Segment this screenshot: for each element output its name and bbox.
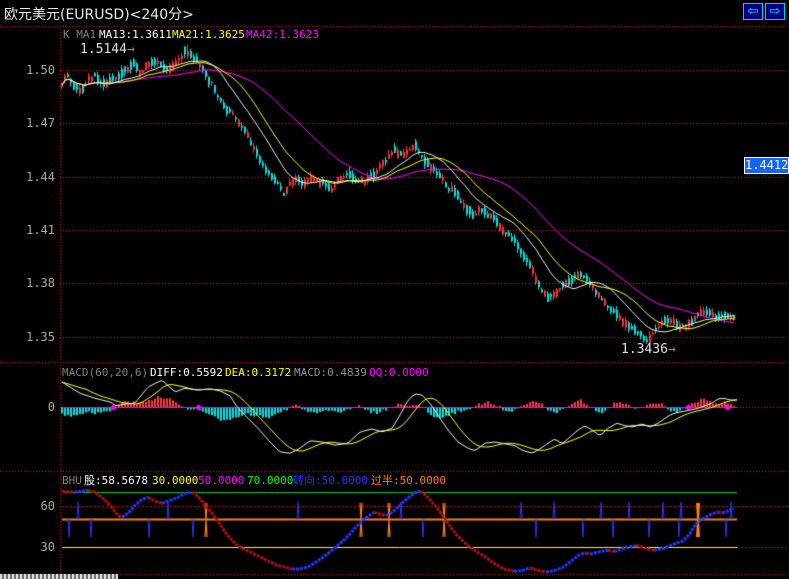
right-arrow-glyph: →	[127, 42, 135, 57]
bhu-70-label: 70.0000	[247, 474, 293, 487]
price-axis-label: 1.41	[17, 223, 55, 237]
kline-indicator-label: K MA1	[63, 28, 96, 41]
qq-label: QQ:0.0000	[369, 366, 429, 379]
chart-window: 欧元美元(EURUSD)<240分> ⇦ ⇨ K MA1 MA13:1.3611…	[0, 0, 789, 579]
bhu-axis-label: 60	[17, 499, 55, 513]
price-axis-label: 1.35	[17, 330, 55, 344]
macd-value-label: MACD:0.4839	[294, 366, 367, 379]
title-bar: 欧元美元(EURUSD)<240分> ⇦ ⇨	[0, 0, 789, 25]
h-scrollbar-thumb[interactable]	[0, 574, 118, 579]
right-arrow-icon: ⇨	[770, 4, 781, 19]
price-axis-label: 1.38	[17, 276, 55, 290]
price-axis-label: 1.50	[17, 63, 55, 77]
high-annotation-value: 1.5144	[80, 42, 127, 57]
low-annotation: 1.3436→	[621, 342, 676, 357]
chart-canvas[interactable]	[0, 0, 789, 579]
scroll-left-button[interactable]: ⇦	[743, 3, 763, 20]
ma13-label: MA13:1.3611	[99, 28, 172, 41]
scroll-right-button[interactable]: ⇨	[765, 3, 785, 20]
macd-params-label: MACD(60,20,6)	[62, 366, 148, 379]
bhu-axis-label: 30	[17, 540, 55, 554]
bhu-half-label: 过半:50.0000	[371, 474, 446, 487]
bhu-name-label: BHU	[62, 474, 82, 487]
price-axis-label: 1.44	[17, 170, 55, 184]
diff-label: DIFF:0.5592	[150, 366, 223, 379]
dea-label: DEA:0.3172	[225, 366, 291, 379]
low-annotation-value: 1.3436	[621, 342, 668, 357]
right-arrow-glyph: →	[668, 342, 676, 357]
macd-zero-label: 0	[17, 400, 55, 414]
bhu-30-label: 30.0000	[152, 474, 198, 487]
bhu-value-label: 股:58.5678	[84, 474, 148, 487]
window-title: 欧元美元(EURUSD)<240分>	[4, 4, 194, 24]
high-annotation: 1.5144→	[80, 42, 135, 57]
bhu-50-label: 50.0000	[198, 474, 244, 487]
left-arrow-icon: ⇦	[748, 4, 759, 19]
bhu-turn-label: 转向:50.0000	[293, 474, 368, 487]
price-axis-label: 1.47	[17, 116, 55, 130]
ma21-label: MA21:1.3625	[172, 28, 245, 41]
last-price-tag: 1.4412	[744, 157, 789, 174]
ma42-label: MA42:1.3623	[246, 28, 319, 41]
